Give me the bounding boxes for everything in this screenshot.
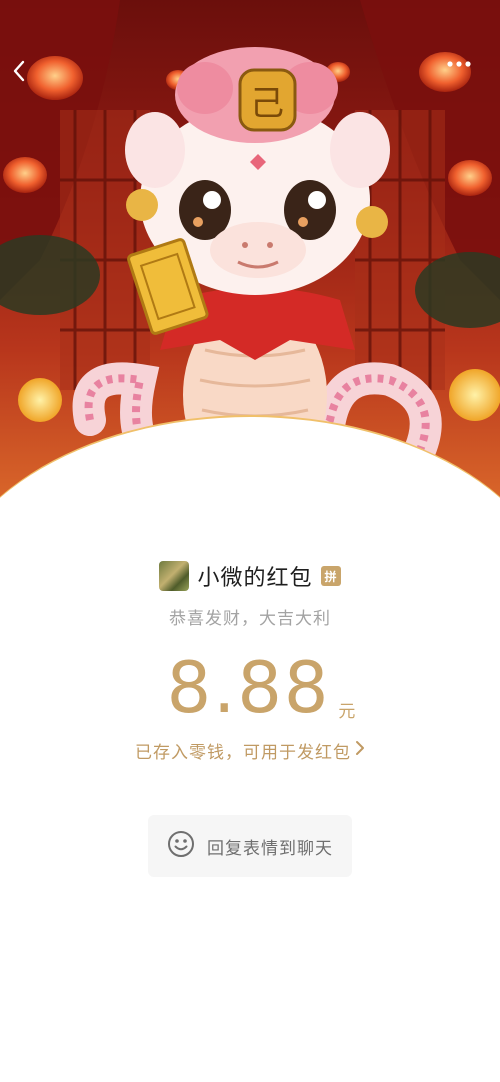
sender-badge: 拼	[320, 566, 341, 586]
sender-avatar[interactable]	[159, 561, 190, 591]
amount-value: 8.88	[166, 647, 331, 729]
red-envelope-cover: 己	[0, 0, 500, 500]
sender-name: 小微的红包	[197, 566, 313, 591]
amount-unit: 元	[338, 702, 356, 722]
reply-button-label: 回复表情到聊天	[207, 838, 333, 859]
chevron-right-icon	[355, 740, 365, 761]
more-button[interactable]	[446, 60, 486, 100]
amount-row: 8.88 元	[0, 648, 500, 728]
reply-sticker-button[interactable]: 回复表情到聊天	[148, 815, 352, 877]
svg-text:己: 己	[250, 84, 284, 124]
back-button[interactable]	[12, 60, 48, 100]
sender-row: 小微的红包 拼	[0, 560, 500, 592]
change-balance-link[interactable]: 已存入零钱，可用于发红包	[0, 738, 500, 763]
change-note-text: 已存入零钱，可用于发红包	[135, 743, 351, 763]
greeting-text: 恭喜发财，大吉大利	[169, 609, 331, 629]
smiley-icon	[167, 830, 195, 862]
